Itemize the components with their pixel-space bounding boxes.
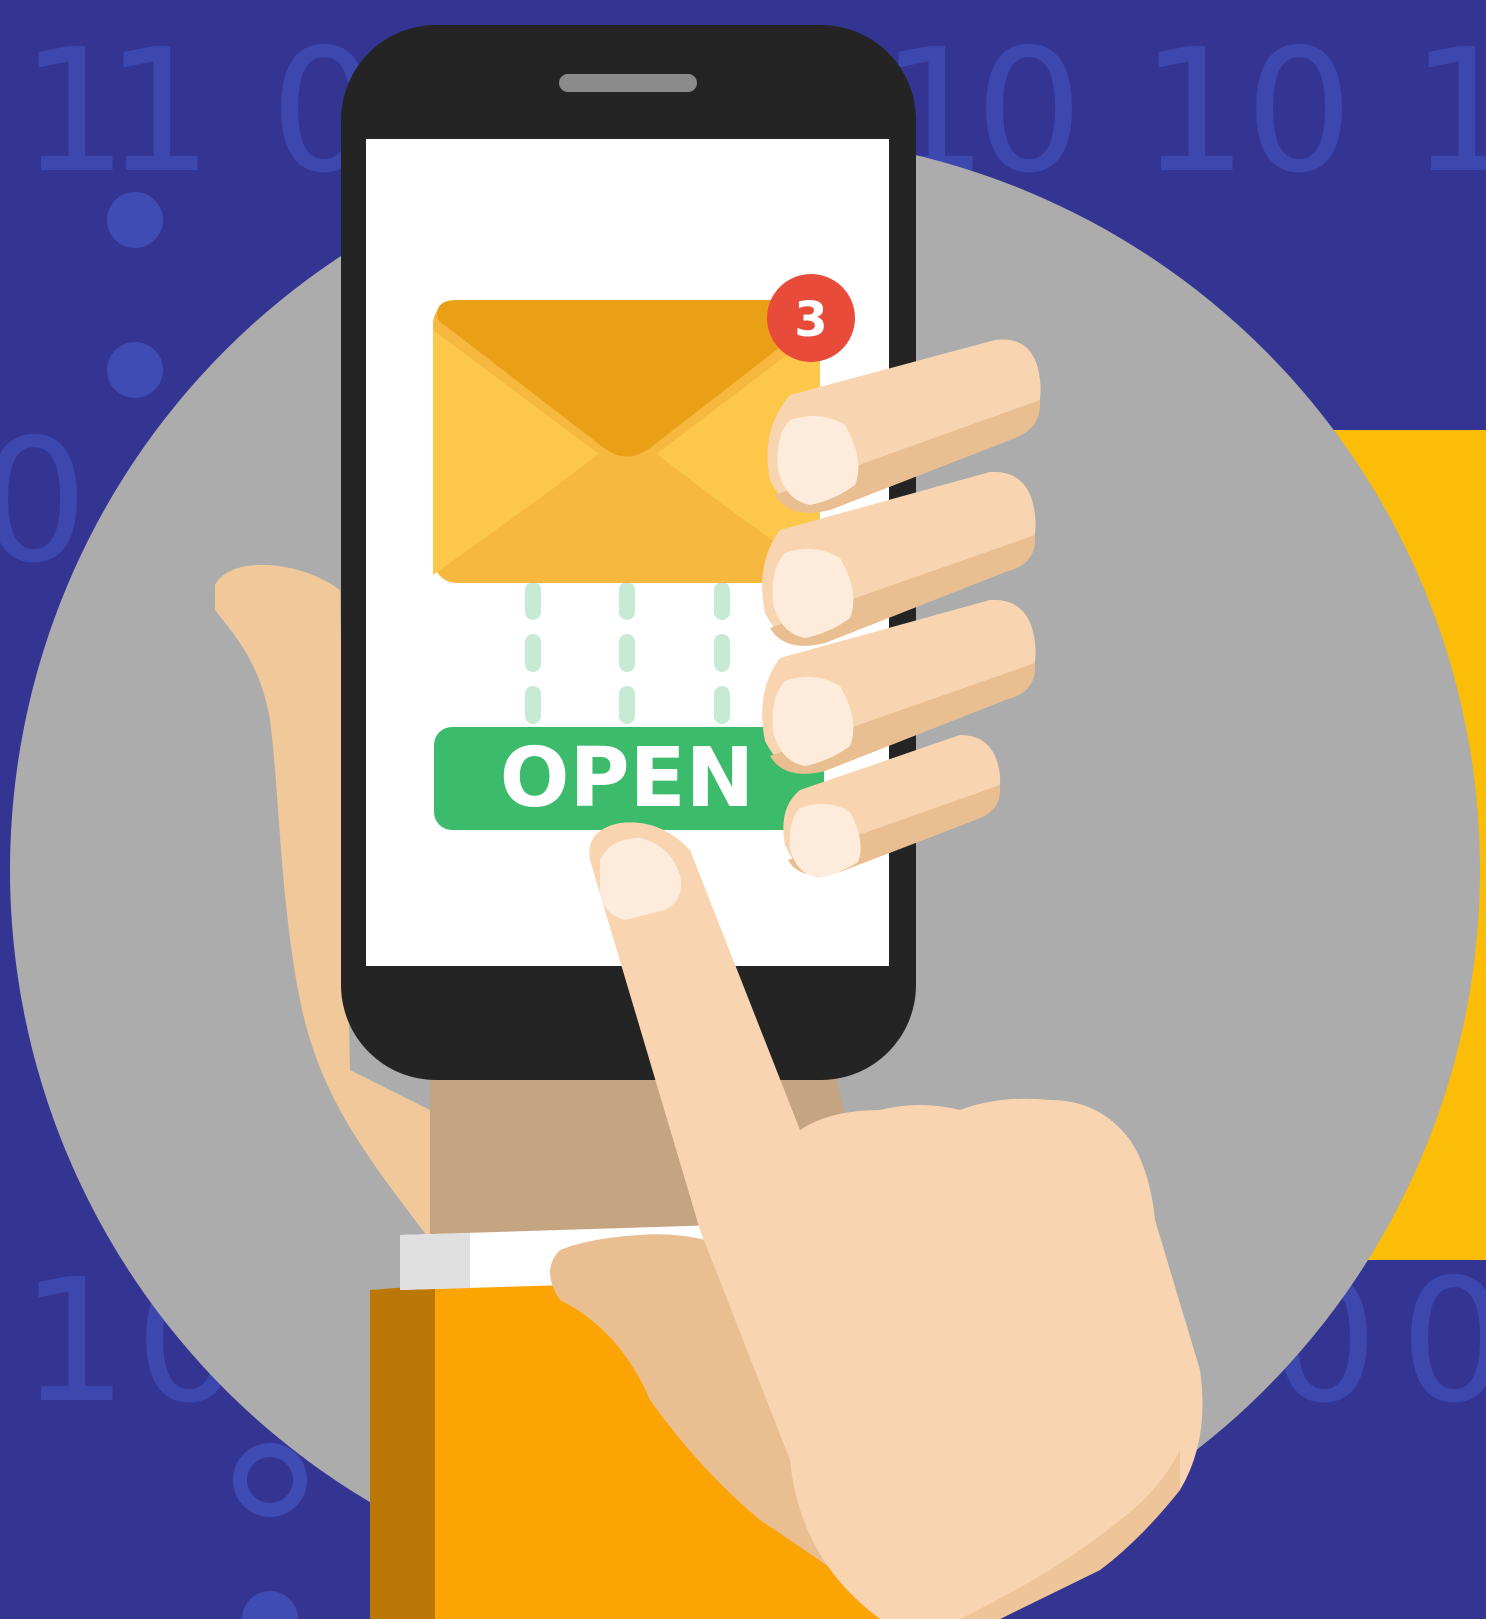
digit: 0 [1400, 1243, 1486, 1441]
digit: 1 [1410, 13, 1486, 211]
envelope-icon [433, 300, 820, 583]
notification-count: 3 [794, 292, 827, 348]
fingers [762, 339, 1041, 878]
digit: 0 [1245, 13, 1353, 211]
notification-badge: 3 [767, 274, 855, 362]
digit: 1 [105, 13, 213, 211]
open-button-label: OPEN [500, 731, 754, 826]
illustration-scene: 1 1 0 1 0 1 0 1 0 1 0 0 0 [0, 0, 1486, 1619]
open-button[interactable]: OPEN [434, 727, 824, 830]
digit: 1 [1140, 13, 1248, 211]
digit: 1 [20, 1243, 128, 1441]
email-open-illustration: 1 1 0 1 0 1 0 1 0 1 0 0 0 [0, 13, 1486, 1619]
